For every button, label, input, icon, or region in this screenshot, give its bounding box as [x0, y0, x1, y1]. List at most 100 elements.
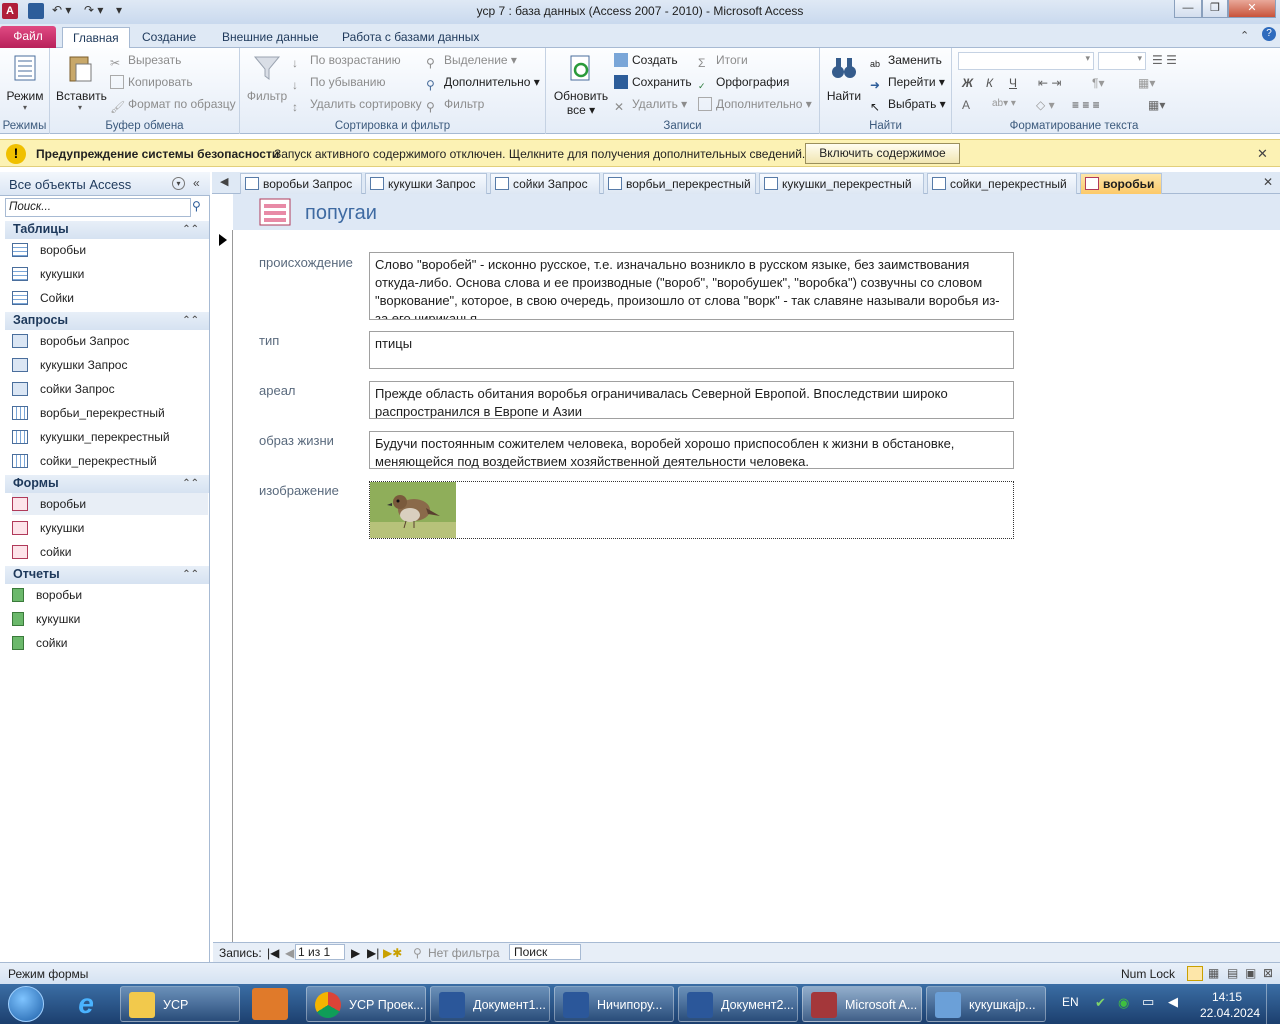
minimize-button[interactable]: — [1174, 0, 1202, 18]
nav-item-crosstab-query[interactable]: кукушки_перекрестный [12, 426, 208, 448]
filter-button[interactable]: Фильтр [244, 52, 290, 103]
clock-time[interactable]: 14:15 [1212, 990, 1242, 1004]
image-attachment-field[interactable] [369, 481, 1014, 539]
font-color-button[interactable]: A [962, 98, 970, 112]
find-button[interactable]: Найти [824, 52, 864, 103]
nav-section-forms[interactable]: Формы ⌃⌃ [5, 475, 209, 493]
nav-item-report[interactable]: сойки [12, 632, 208, 654]
bold-button[interactable]: Ж [962, 76, 973, 90]
view-button[interactable]: Режим ▾ [4, 52, 46, 112]
record-search-input[interactable]: Поиск [509, 944, 581, 960]
align-icons[interactable]: ≡ ≡ ≡ [1072, 98, 1100, 112]
highlight-icon[interactable]: ab▾ ▾ [992, 98, 1016, 109]
nav-item-form[interactable]: кукушки [12, 517, 208, 539]
datasheet-view-icon[interactable]: ▦ [1208, 966, 1219, 980]
doc-tab[interactable]: ворбьи_перекрестный [603, 173, 756, 194]
tray-app-icon[interactable]: ◉ [1118, 995, 1129, 1011]
range-textbox[interactable]: Прежде область обитания воробья ограничи… [369, 381, 1014, 419]
format-painter-button[interactable]: 🖌 Формат по образцу [110, 94, 236, 114]
nav-menu-chevron-icon[interactable]: ▾ [172, 177, 185, 190]
type-textbox[interactable]: птицы [369, 331, 1014, 369]
save-record-button[interactable]: Сохранить [614, 72, 692, 92]
current-record-input[interactable]: 1 из 1 [295, 944, 345, 960]
taskbar-item-folder[interactable]: УСР [120, 986, 240, 1022]
filter-status[interactable]: Нет фильтра [428, 946, 500, 960]
gridlines-icon[interactable]: ▦▾ [1138, 76, 1155, 90]
origin-textbox[interactable]: Слово "воробей" - исконно русское, т.е. … [369, 252, 1014, 320]
internet-explorer-icon[interactable]: e [66, 988, 106, 1020]
doc-tab[interactable]: сойки_перекрестный [927, 173, 1077, 194]
design-view-icon[interactable]: ▣ [1245, 966, 1256, 980]
goto-button[interactable]: ➜ Перейти ▾ [870, 72, 945, 92]
network-icon[interactable]: ▭ [1142, 994, 1154, 1010]
start-button[interactable] [8, 986, 44, 1022]
bullets-icon[interactable]: ☰ ☰ [1152, 53, 1177, 67]
volume-icon[interactable]: ◀ [1168, 994, 1178, 1010]
select-button[interactable]: ↖ Выбрать ▾ [870, 94, 946, 114]
paste-button[interactable]: Вставить ▾ [56, 52, 107, 112]
italic-button[interactable]: К [986, 76, 993, 90]
nav-item-form-selected[interactable]: воробьи [12, 493, 208, 515]
doc-tab[interactable]: воробьи Запрос [240, 173, 362, 194]
doc-tab[interactable]: кукушки Запрос [365, 173, 487, 194]
totals-button[interactable]: Σ Итоги [698, 50, 748, 70]
taskbar-item-word-doc1[interactable]: Документ1... [430, 986, 550, 1022]
refresh-all-button[interactable]: Обновить все ▾ [552, 52, 610, 117]
first-record-icon[interactable]: |◀ [267, 946, 279, 960]
close-document-icon[interactable]: ✕ [1263, 175, 1273, 189]
tab-home[interactable]: Главная [62, 27, 130, 48]
indent-icon[interactable]: ⇤ ⇥ [1038, 76, 1061, 90]
sort-ascending-button[interactable]: ↓ По возрастанию [292, 50, 401, 70]
doc-tab-active[interactable]: воробьи [1080, 173, 1162, 194]
lifestyle-textbox[interactable]: Будучи постоянным сожителем человека, во… [369, 431, 1014, 469]
close-bar-icon[interactable]: ✕ [1257, 146, 1268, 162]
doc-tab[interactable]: кукушки_перекрестный [759, 173, 924, 194]
search-icon[interactable]: ⚲ [192, 199, 201, 213]
nav-item-query[interactable]: сойки Запрос [12, 378, 208, 400]
spelling-button[interactable]: ✓ Орфография [698, 72, 789, 92]
previous-record-icon[interactable]: ◀ [285, 946, 294, 960]
tab-external-data[interactable]: Внешние данные [212, 27, 329, 48]
taskbar-item-chrome[interactable]: УСР Проек... [306, 986, 426, 1022]
delete-record-button[interactable]: ✕ Удалить ▾ [614, 94, 687, 114]
nav-item-crosstab-query[interactable]: ворбьи_перекрестный [12, 402, 208, 424]
nav-pane-header[interactable]: Все объекты Access ▾ « [0, 172, 210, 196]
nav-item-form[interactable]: сойки [12, 541, 208, 563]
doc-tab[interactable]: сойки Запрос [490, 173, 600, 194]
clock-date[interactable]: 22.04.2024 [1200, 1006, 1260, 1020]
security-message[interactable]: Запуск активного содержимого отключен. Щ… [274, 147, 805, 161]
sql-view-icon[interactable]: ⊠ [1263, 966, 1273, 980]
cut-button[interactable]: ✂ Вырезать [110, 50, 181, 70]
copy-button[interactable]: Копировать [110, 72, 193, 92]
sort-descending-button[interactable]: ↓ По убыванию [292, 72, 386, 92]
nav-item-report[interactable]: воробьи [12, 584, 208, 606]
scroll-tabs-left-icon[interactable]: ◀ [220, 175, 228, 188]
taskbar-item-access[interactable]: Microsoft A... [802, 986, 922, 1022]
collapse-ribbon-icon[interactable]: ⌃ [1240, 29, 1249, 42]
show-desktop-button[interactable] [1266, 984, 1280, 1024]
nav-search-input[interactable]: Поиск... [5, 198, 191, 217]
nav-item-crosstab-query[interactable]: сойки_перекрестный [12, 450, 208, 472]
advanced-filter-button[interactable]: ⚲ Дополнительно ▾ [426, 72, 540, 92]
enable-content-button[interactable]: Включить содержимое [805, 143, 960, 164]
paragraph-icon[interactable]: ¶▾ [1092, 76, 1104, 90]
selection-button[interactable]: ⚲ Выделение ▾ [426, 50, 517, 70]
taskbar-item-word-doc2[interactable]: Документ2... [678, 986, 798, 1022]
nav-item-table[interactable]: Сойки [12, 287, 208, 309]
close-button[interactable]: ✕ [1228, 0, 1276, 18]
form-view-icon[interactable] [1187, 966, 1203, 981]
replace-button[interactable]: ab Заменить [870, 50, 942, 70]
new-record-icon[interactable]: ▶✱ [383, 946, 402, 960]
nav-section-tables[interactable]: Таблицы ⌃⌃ [5, 221, 209, 239]
taskbar-item-image[interactable]: кукушкајр... [926, 986, 1046, 1022]
nav-item-table[interactable]: воробьи [12, 239, 208, 261]
next-record-icon[interactable]: ▶ [351, 946, 360, 960]
font-size-combobox[interactable]: ▾ [1098, 52, 1146, 70]
collapse-pane-icon[interactable]: « [193, 176, 200, 190]
tab-database-tools[interactable]: Работа с базами данных [332, 27, 489, 48]
media-player-icon[interactable] [252, 988, 288, 1020]
tab-file[interactable]: Файл [0, 26, 56, 48]
nav-section-reports[interactable]: Отчеты ⌃⌃ [5, 566, 209, 584]
nav-section-queries[interactable]: Запросы ⌃⌃ [5, 312, 209, 330]
help-icon[interactable]: ? [1262, 27, 1276, 41]
